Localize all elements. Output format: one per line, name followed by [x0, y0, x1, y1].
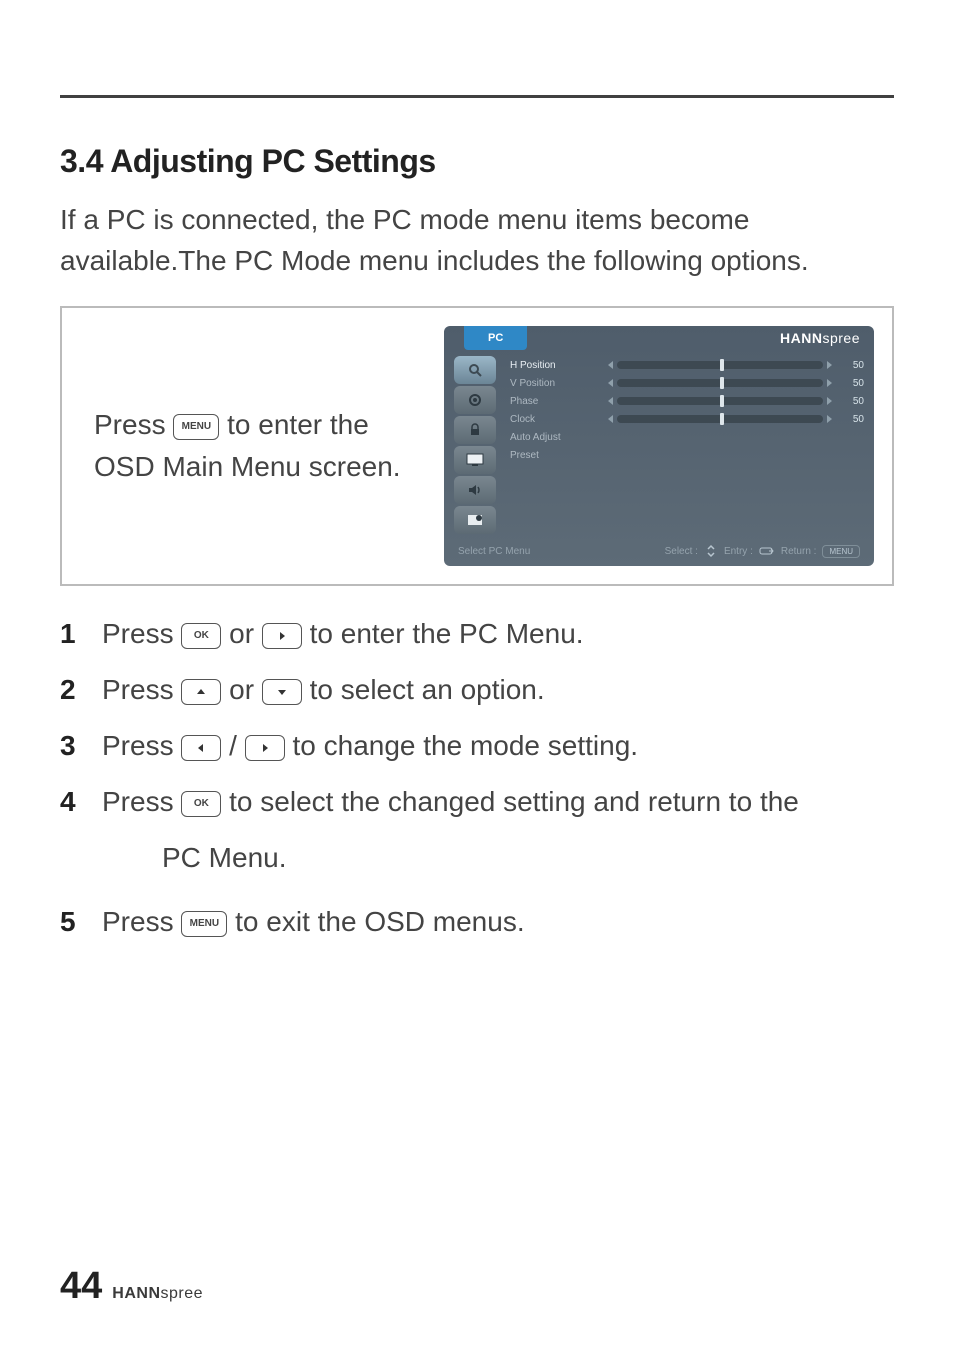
osd-header: PC HANNspree [444, 326, 874, 350]
up-arrow-button-ref [181, 679, 221, 705]
right-arrow-button-ref [262, 623, 302, 649]
step3-b: / [229, 730, 245, 761]
enter-icon [759, 545, 775, 557]
ok-button-ref: OK [181, 791, 221, 817]
slider-track [617, 397, 823, 405]
osd-value-hposition: 50 [840, 360, 864, 371]
sidebar-lock-icon [454, 416, 496, 444]
step-5: Press MENU to exit the OSD menus. [60, 894, 894, 950]
sidebar-monitor-icon [454, 446, 496, 474]
osd-label-vposition: V Position [510, 378, 600, 389]
step4-a: Press [102, 786, 181, 817]
osd-footer-select-label: Select : [665, 546, 698, 557]
osd-brand-bold: HANN [780, 330, 822, 346]
top-rule [60, 95, 894, 98]
left-arrow-button-ref [181, 735, 221, 761]
menu-button-ref: MENU [173, 414, 219, 440]
step2-a: Press [102, 674, 181, 705]
osd-footer-entry-label: Entry : [724, 546, 753, 557]
sidebar-audio-icon [454, 476, 496, 504]
slider-left-icon [608, 415, 613, 423]
step-4: Press OK to select the changed setting a… [60, 774, 894, 830]
step1-c: to enter the PC Menu. [310, 618, 584, 649]
slider-left-icon [608, 397, 613, 405]
sidebar-picture-icon [454, 356, 496, 384]
steps-list: Press OK or to enter the PC Menu. Press … [60, 606, 894, 830]
section-title: 3.4 Adjusting PC Settings [60, 143, 894, 180]
step3-a: Press [102, 730, 181, 761]
step1-b: or [229, 618, 262, 649]
osd-brand-rest: spree [822, 330, 860, 346]
osd-row-vposition: V Position 50 [510, 374, 864, 392]
osd-value-phase: 50 [840, 396, 864, 407]
step5-b: to exit the OSD menus. [235, 906, 524, 937]
osd-value-vposition: 50 [840, 378, 864, 389]
osd-row-phase: Phase 50 [510, 392, 864, 410]
step-1: Press OK or to enter the PC Menu. [60, 606, 894, 662]
slider-left-icon [608, 379, 613, 387]
osd-row-auto: Auto Adjust [510, 428, 864, 446]
step-3: Press / to change the mode setting. [60, 718, 894, 774]
step2-c: to select an option. [310, 674, 545, 705]
ok-button-ref: OK [181, 623, 221, 649]
section-intro: If a PC is connected, the PC mode menu i… [60, 200, 894, 281]
page-footer: 44 HANNspree [60, 1265, 203, 1308]
step2-b: or [229, 674, 262, 705]
osd-label-preset: Preset [510, 450, 600, 461]
step5-a: Press [102, 906, 181, 937]
slider-track [617, 379, 823, 387]
osd-sidebar [444, 350, 506, 540]
sidebar-settings-icon [454, 506, 496, 534]
slider-track [617, 415, 823, 423]
up-down-icon [704, 544, 718, 558]
slider-right-icon [827, 361, 832, 369]
slider-right-icon [827, 379, 832, 387]
sidebar-target-icon [454, 386, 496, 414]
panel-text: Press MENU to enter the OSD Main Menu sc… [94, 404, 414, 488]
right-arrow-button-ref [245, 735, 285, 761]
step-2: Press or to select an option. [60, 662, 894, 718]
osd-footer-menu-btn: MENU [822, 545, 860, 558]
footer-brand: HANNspree [112, 1285, 203, 1303]
osd-brand: HANNspree [780, 330, 860, 346]
menu-button-ref: MENU [181, 911, 227, 937]
step3-c: to change the mode setting. [292, 730, 638, 761]
panel-press: Press [94, 409, 173, 440]
osd-row-clock: Clock 50 [510, 410, 864, 428]
osd-footer-left: Select PC Menu [458, 546, 530, 557]
osd-footer-return-label: Return : [781, 546, 817, 557]
down-arrow-button-ref [262, 679, 302, 705]
osd-footer: Select PC Menu Select : Entry : Return :… [444, 540, 874, 566]
osd-label-clock: Clock [510, 414, 600, 425]
slider-right-icon [827, 397, 832, 405]
osd-screenshot: PC HANNspree [444, 326, 874, 566]
instruction-panel: Press MENU to enter the OSD Main Menu sc… [60, 306, 894, 586]
footer-brand-rest: spree [161, 1285, 204, 1302]
page-number: 44 [60, 1265, 102, 1308]
slider-left-icon [608, 361, 613, 369]
osd-tab-pc: PC [464, 326, 527, 350]
step4-cont: PC Menu. [162, 830, 894, 886]
slider-right-icon [827, 415, 832, 423]
osd-options: H Position 50 V Position 50 Phase 50 [506, 350, 874, 540]
step1-a: Press [102, 618, 181, 649]
slider-track [617, 361, 823, 369]
osd-label-phase: Phase [510, 396, 600, 407]
osd-label-hposition: H Position [510, 360, 600, 371]
footer-brand-bold: HANN [112, 1285, 160, 1302]
osd-value-clock: 50 [840, 414, 864, 425]
osd-row-hposition: H Position 50 [510, 356, 864, 374]
osd-row-preset: Preset [510, 446, 864, 464]
osd-label-auto: Auto Adjust [510, 432, 600, 443]
step4-b: to select the changed setting and return… [229, 786, 799, 817]
